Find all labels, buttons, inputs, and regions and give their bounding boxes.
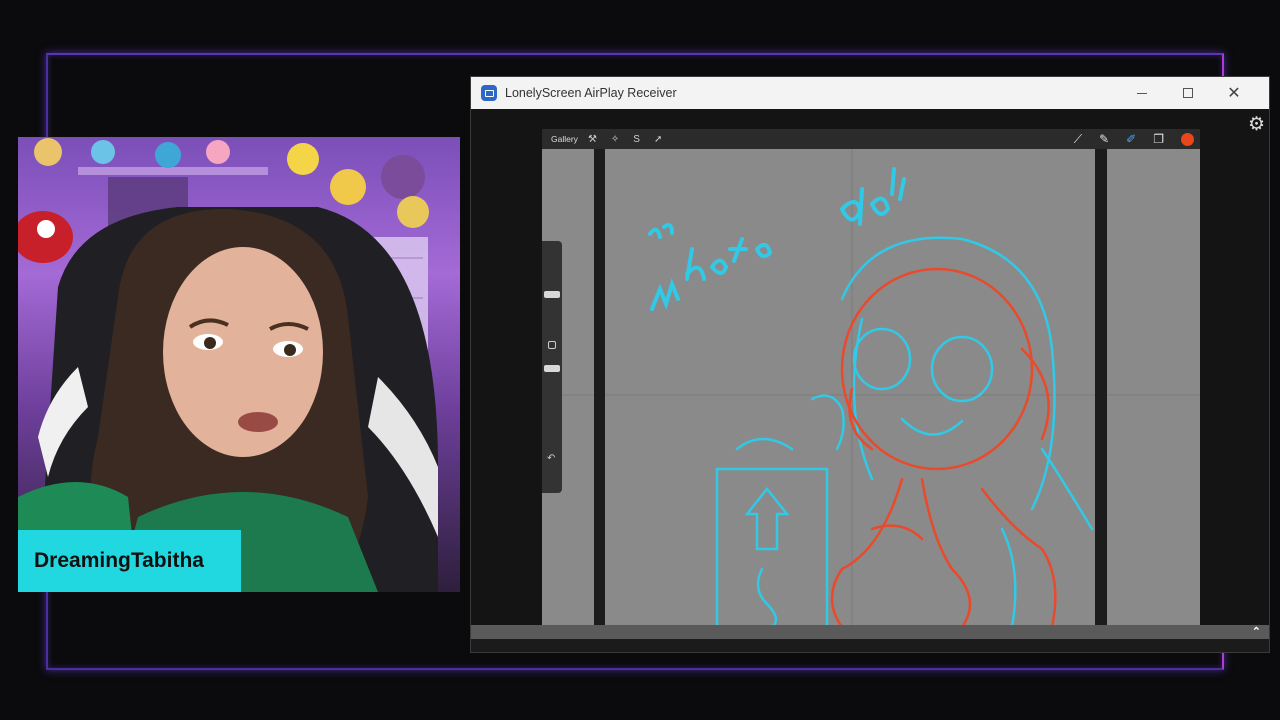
streamer-name-badge: DreamingTabitha xyxy=(18,530,241,592)
opacity-slider[interactable] xyxy=(544,365,560,372)
minimize-button[interactable] xyxy=(1119,77,1165,109)
webcam-scene xyxy=(18,138,438,592)
gear-icon[interactable]: ⚙ xyxy=(1248,113,1265,136)
transform-icon[interactable]: ➚ xyxy=(654,134,662,145)
undo-icon[interactable]: ↶ xyxy=(547,453,555,464)
airplay-receiver-window: LonelyScreen AirPlay Receiver ✕ ⚙ Galler… xyxy=(470,76,1270,653)
maximize-button[interactable] xyxy=(1165,77,1211,109)
procreate-toolbar: Gallery ⚒ ✧ S ➚ ⟋ ✎ ✐ ❐ xyxy=(542,129,1200,149)
eraser-icon[interactable]: ✐ xyxy=(1126,132,1136,146)
gallery-button[interactable]: Gallery xyxy=(551,134,578,144)
window-titlebar[interactable]: LonelyScreen AirPlay Receiver ✕ xyxy=(471,77,1269,109)
wrench-icon[interactable]: ⚒ xyxy=(588,134,597,145)
layers-icon[interactable]: ❐ xyxy=(1153,132,1164,146)
selection-icon[interactable]: S xyxy=(633,134,640,145)
maximize-icon xyxy=(1183,88,1193,98)
mirrored-screen: ⚙ Gallery ⚒ ✧ S ➚ ⟋ ✎ ✐ ❐ ↶ ⌃ xyxy=(471,109,1269,639)
brush-icon[interactable]: ⟋ xyxy=(1074,132,1082,147)
window-bottom-bar: ⌃ xyxy=(471,625,1269,639)
airplay-screen-icon xyxy=(481,85,497,101)
close-icon: ✕ xyxy=(1227,85,1241,102)
procreate-screen: Gallery ⚒ ✧ S ➚ ⟋ ✎ ✐ ❐ ↶ xyxy=(542,129,1200,627)
webcam-feed: DreamingTabitha xyxy=(18,137,460,592)
color-icon[interactable] xyxy=(1181,132,1194,146)
procreate-right-tools: ⟋ ✎ ✐ ❐ xyxy=(1074,129,1194,149)
minimize-icon xyxy=(1137,92,1147,94)
chevron-up-icon[interactable]: ⌃ xyxy=(1252,625,1261,638)
window-title: LonelyScreen AirPlay Receiver xyxy=(505,86,677,100)
modify-button[interactable] xyxy=(548,341,556,349)
canvas-left-edge xyxy=(594,149,605,627)
canvas-right-edge xyxy=(1095,149,1107,627)
brush-size-sidebar[interactable]: ↶ xyxy=(542,241,562,493)
smudge-icon[interactable]: ✎ xyxy=(1099,132,1109,146)
magic-wand-icon[interactable]: ✧ xyxy=(611,134,619,145)
close-button[interactable]: ✕ xyxy=(1211,77,1257,109)
brush-size-slider[interactable] xyxy=(544,291,560,298)
